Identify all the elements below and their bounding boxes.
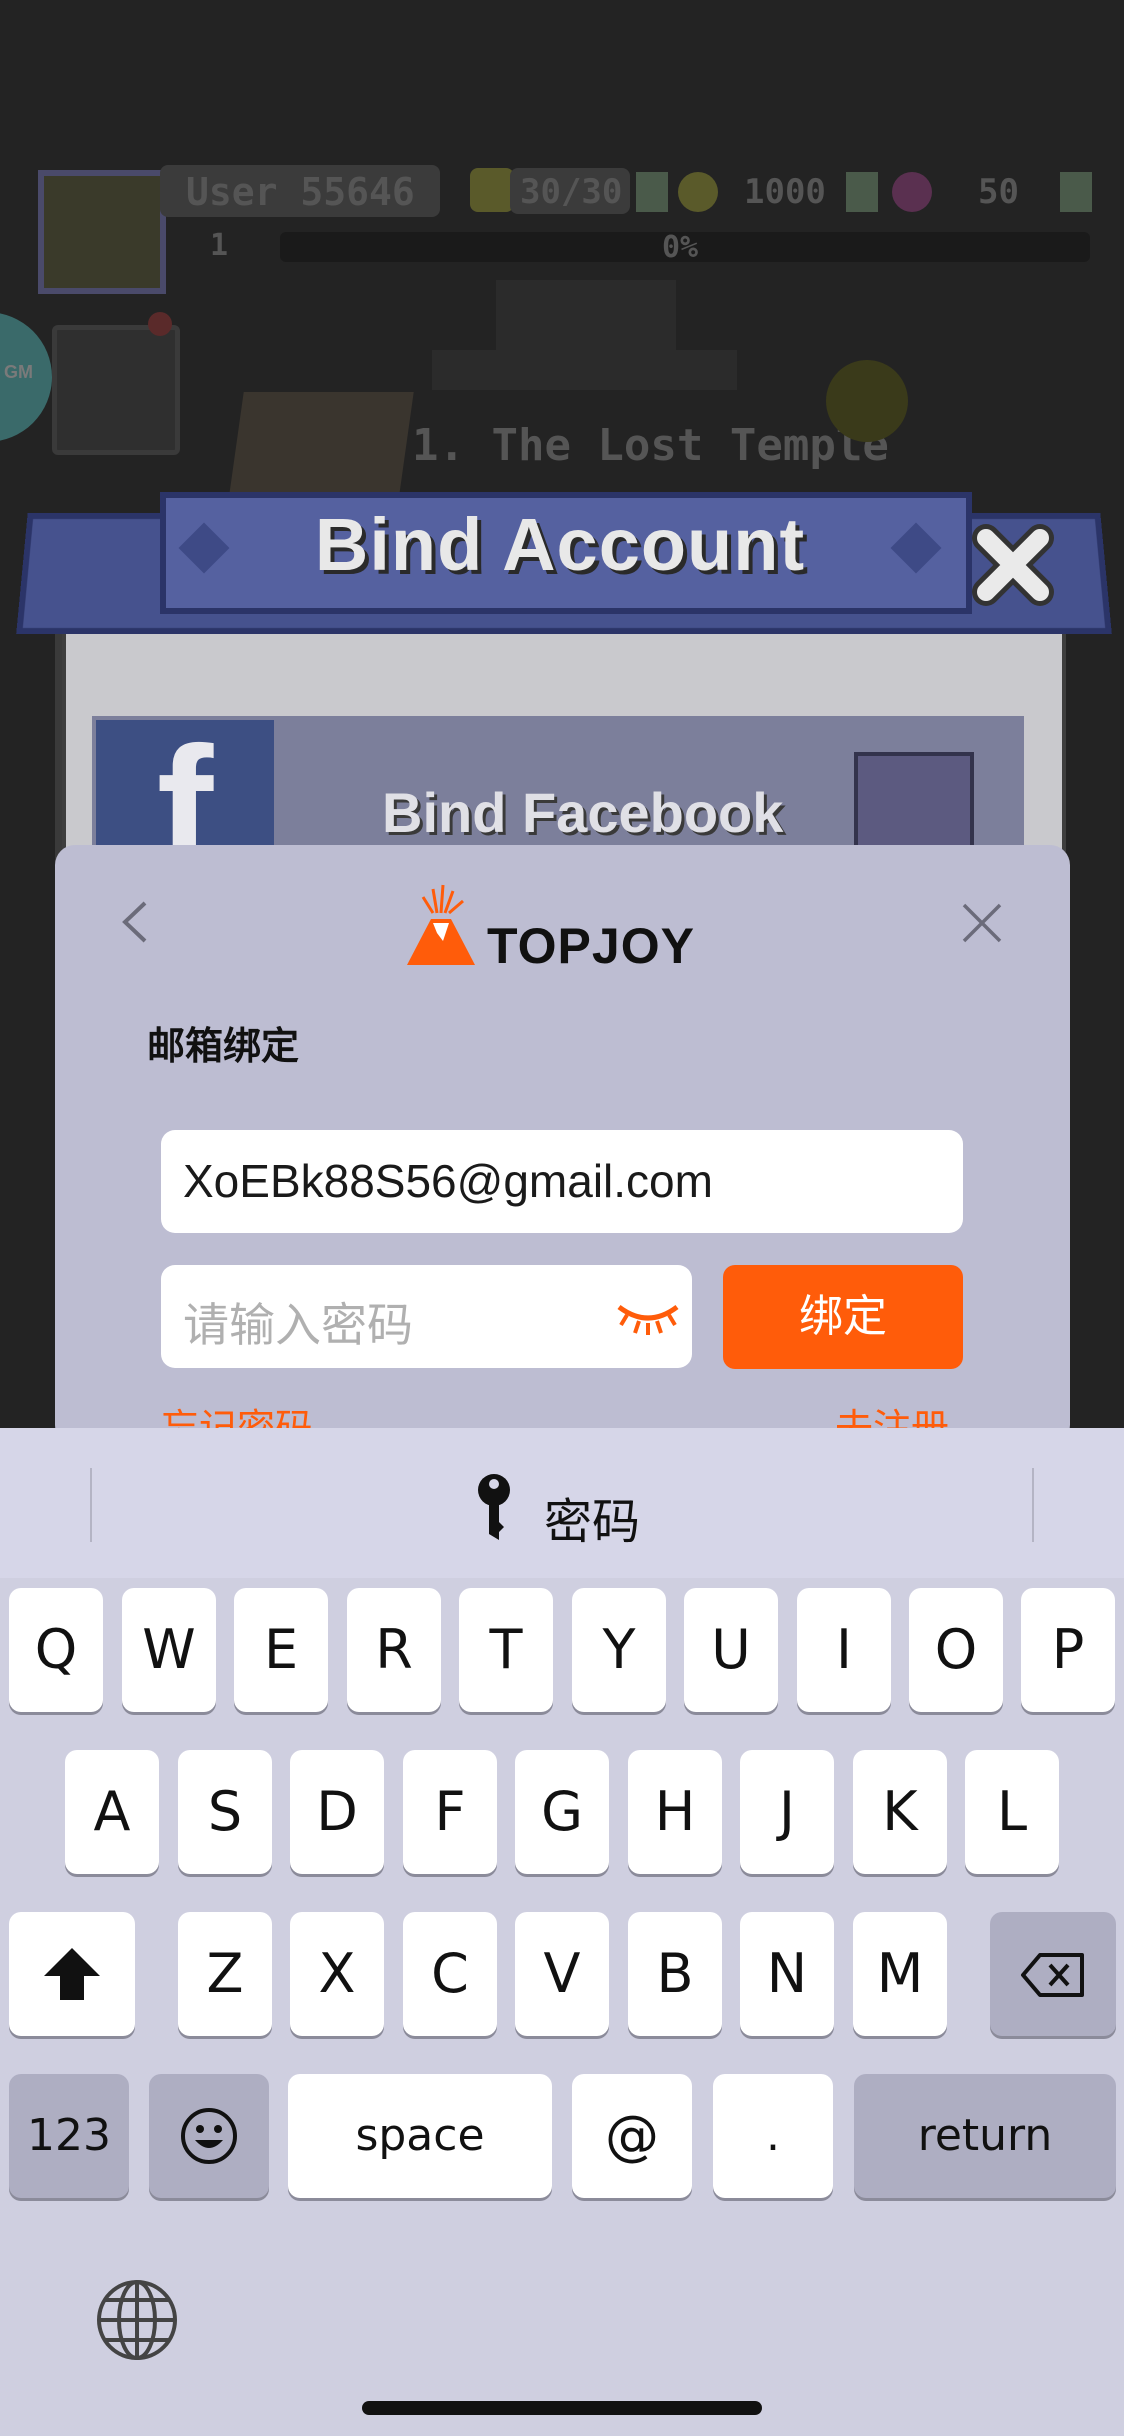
energy-plus-button[interactable] — [636, 172, 668, 212]
facebook-bind-row[interactable]: f Bind Facebook — [92, 716, 1024, 895]
back-chevron-icon[interactable] — [115, 897, 155, 947]
password-field-placeholder: 请输入密码 — [183, 1299, 413, 1351]
stage-platform-top — [496, 280, 676, 350]
key-z[interactable]: Z — [178, 1912, 272, 2036]
password-field[interactable]: 请输入密码 — [161, 1265, 692, 1368]
key-g[interactable]: G — [515, 1750, 609, 1874]
close-x-icon — [972, 524, 1054, 606]
coin-icon — [678, 172, 718, 212]
bind-dialog-title: Bind Account — [314, 503, 806, 586]
ios-keyboard: 密码 Q W E R T Y U I O P A S D F G H J K L… — [0, 1428, 1124, 2436]
key-q[interactable]: Q — [9, 1588, 103, 1712]
volcano-logo-icon — [407, 884, 475, 965]
bind-button[interactable]: 绑定 — [723, 1265, 963, 1369]
stage-platform-bottom — [432, 350, 737, 390]
username-label: User 55646 — [186, 170, 415, 214]
emoji-key[interactable] — [149, 2074, 269, 2198]
at-key[interactable]: @ — [572, 2074, 692, 2198]
topjoy-brand-text: TOPJOY — [487, 918, 695, 974]
key-h[interactable]: H — [628, 1750, 722, 1874]
key-n[interactable]: N — [740, 1912, 834, 2036]
key-a[interactable]: A — [65, 1750, 159, 1874]
level-label: 1 — [210, 228, 229, 263]
email-bind-heading: 邮箱绑定 — [147, 1026, 300, 1068]
gems-plus-button[interactable] — [1060, 172, 1092, 212]
quest-reward-icon — [826, 360, 908, 442]
energy-value: 30/30 — [520, 172, 623, 212]
gm-badge-label: GM — [4, 362, 33, 382]
eye-closed-icon[interactable] — [615, 1295, 681, 1339]
key-e[interactable]: E — [234, 1588, 328, 1712]
key-y[interactable]: Y — [572, 1588, 666, 1712]
globe-icon[interactable] — [95, 2278, 179, 2362]
backspace-key[interactable] — [990, 1912, 1116, 2036]
gems-value: 50 — [978, 172, 1019, 212]
key-r[interactable]: R — [347, 1588, 441, 1712]
topjoy-email-bind-popup: TOPJOY 邮箱绑定 XoEBk88S56@gmail.com 请输入密码 绑… — [55, 845, 1070, 1445]
dot-key[interactable]: . — [713, 2074, 833, 2198]
progress-text: 0% — [662, 230, 699, 265]
key-icon — [478, 1474, 510, 1540]
notification-dot — [148, 312, 172, 336]
numbers-key[interactable]: 123 — [9, 2074, 129, 2198]
return-key[interactable]: return — [854, 2074, 1116, 2198]
key-k[interactable]: K — [853, 1750, 947, 1874]
email-field-value: XoEBk88S56@gmail.com — [183, 1155, 713, 1207]
shift-key[interactable] — [9, 1912, 135, 2036]
password-suggestion[interactable]: 密码 — [460, 1468, 700, 1549]
key-l[interactable]: L — [965, 1750, 1059, 1874]
password-suggestion-label: 密码 — [544, 1496, 641, 1549]
key-v[interactable]: V — [515, 1912, 609, 2036]
coins-plus-button[interactable] — [846, 172, 878, 212]
key-u[interactable]: U — [684, 1588, 778, 1712]
key-c[interactable]: C — [403, 1912, 497, 2036]
quest-list-icon[interactable] — [52, 325, 180, 455]
key-t[interactable]: T — [459, 1588, 553, 1712]
quest-map-icon — [228, 392, 414, 502]
player-avatar[interactable] — [38, 170, 166, 294]
suggestion-divider-left — [90, 1468, 92, 1542]
key-f[interactable]: F — [403, 1750, 497, 1874]
popup-close-icon[interactable] — [960, 901, 1004, 945]
facebook-bind-label: Bind Facebook — [382, 781, 784, 844]
space-key[interactable]: space — [288, 2074, 552, 2198]
backspace-icon — [1021, 1953, 1084, 1997]
topjoy-logo: TOPJOY — [403, 883, 783, 974]
key-s[interactable]: S — [178, 1750, 272, 1874]
key-m[interactable]: M — [853, 1912, 947, 2036]
gem-icon — [892, 172, 932, 212]
suggestion-divider-right — [1032, 1468, 1034, 1542]
key-i[interactable]: I — [797, 1588, 891, 1712]
key-x[interactable]: X — [290, 1912, 384, 2036]
home-indicator[interactable] — [362, 2401, 762, 2415]
key-b[interactable]: B — [628, 1912, 722, 2036]
coins-value: 1000 — [744, 172, 826, 212]
email-field[interactable]: XoEBk88S56@gmail.com — [161, 1130, 963, 1233]
emoji-icon — [181, 2108, 237, 2164]
energy-icon — [470, 168, 514, 212]
key-w[interactable]: W — [122, 1588, 216, 1712]
key-o[interactable]: O — [909, 1588, 1003, 1712]
key-j[interactable]: J — [740, 1750, 834, 1874]
shift-arrow-icon — [44, 1948, 100, 2000]
suggestion-bar: 密码 — [0, 1428, 1124, 1578]
quest-title: 1. The Lost Temple — [412, 420, 889, 471]
key-p[interactable]: P — [1021, 1588, 1115, 1712]
key-d[interactable]: D — [290, 1750, 384, 1874]
bind-dialog-close-button[interactable] — [968, 520, 1058, 610]
